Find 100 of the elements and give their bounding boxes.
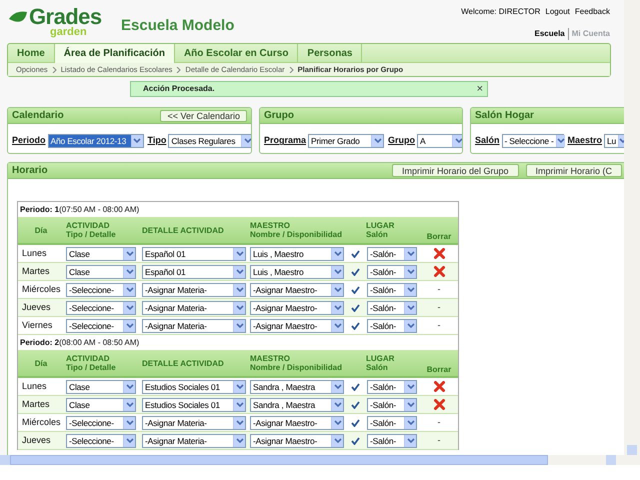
column-subheader: Nombre / Disponibilidad — [250, 230, 344, 239]
dropdown[interactable]: -Salón- — [367, 318, 417, 332]
dropdown-value: Clase — [68, 398, 91, 410]
caret-icon — [404, 398, 416, 410]
dropdown[interactable]: Estudios Sociales 01 — [142, 380, 246, 394]
dropdown[interactable]: Estudios Sociales 01 — [142, 398, 246, 412]
column-subheader: Tipo / Detalle — [66, 363, 117, 372]
breadcrumb-separator-icon — [52, 66, 57, 72]
field-label: Salón — [475, 134, 500, 148]
period-label: Periodo: 1(07:50 AM - 08:00 AM) — [19, 204, 140, 216]
caret-icon — [233, 266, 245, 278]
school-name: Escuela Modelo — [121, 16, 234, 36]
vertical-scrollbar[interactable] — [624, 0, 640, 465]
panel-title: Horario — [12, 164, 49, 178]
dropdown[interactable]: -Salón- — [367, 300, 417, 314]
column-subheader: Salón — [366, 363, 389, 372]
day-cell-text: Martes — [21, 398, 51, 411]
dropdown[interactable]: -Salón- — [367, 380, 417, 394]
column-subheader: Nombre / Disponibilidad — [250, 363, 344, 372]
dropdown[interactable]: -Asignar Materia- — [142, 282, 246, 296]
print-button[interactable]: Imprimir Horario del Grupo — [392, 164, 518, 177]
panel-title: Salón Hogar — [475, 109, 535, 123]
view-calendar-button[interactable]: << Ver Calendario — [160, 110, 247, 122]
caret-icon — [556, 135, 565, 147]
delete-icon[interactable] — [434, 248, 444, 259]
caret-icon — [331, 398, 343, 410]
empty-marker: - — [438, 282, 440, 296]
dropdown[interactable]: Español 01 — [142, 264, 246, 278]
dropdown[interactable]: Sandra , Maestra — [250, 398, 344, 412]
dropdown[interactable]: -Seleccione- — [66, 282, 136, 296]
field-label: Programa — [264, 134, 306, 148]
dropdown-value: -Seleccione- — [68, 320, 115, 332]
delete-icon[interactable] — [434, 381, 444, 392]
period-label: Periodo: 2(08:00 AM - 08:50 AM) — [19, 336, 140, 349]
dropdown[interactable]: Clase — [66, 264, 136, 278]
day-cell-text: Jueves — [21, 434, 52, 447]
caret-icon — [404, 266, 416, 278]
delete-icon[interactable] — [434, 399, 444, 410]
context-link[interactable]: Escuela — [534, 28, 565, 40]
dropdown[interactable]: Clase — [66, 246, 136, 260]
dropdown-value: -Asignar Maestro- — [252, 320, 318, 332]
dropdown[interactable]: -Asignar Materia- — [142, 318, 246, 332]
dropdown[interactable]: Clase — [66, 380, 136, 394]
dropdown-value: -Salón- — [369, 248, 398, 260]
dropdown[interactable]: -Asignar Materia- — [142, 300, 246, 314]
logo-text: Grades — [29, 6, 102, 28]
dropdown[interactable]: - Seleccione - — [502, 134, 564, 148]
caret-icon — [123, 398, 135, 410]
caret-icon — [233, 248, 245, 260]
dropdown-value: Estudios Sociales 01 — [144, 398, 221, 410]
dropdown[interactable]: A — [417, 134, 462, 148]
dropdown[interactable]: Clase — [66, 398, 136, 412]
dropdown[interactable]: -Seleccione- — [66, 300, 136, 314]
dropdown[interactable]: Español 01 — [142, 246, 246, 260]
print-button[interactable]: Imprimir Horario (C — [526, 164, 622, 177]
dropdown[interactable]: Luis , Maestro — [250, 264, 344, 278]
dropdown[interactable]: Lu — [604, 134, 624, 148]
nav-tab[interactable]: Área de Planificación — [54, 44, 175, 63]
header-link[interactable]: Feedback — [574, 6, 610, 18]
dropdown[interactable]: -Asignar Maestro- — [250, 282, 344, 296]
column-header: ACTIVIDAD — [66, 354, 111, 363]
dropdown[interactable]: -Salón- — [367, 246, 417, 260]
dropdown[interactable]: -Seleccione- — [66, 434, 136, 448]
dropdown[interactable]: -Asignar Maestro- — [250, 318, 344, 332]
day-cell-text: Martes — [21, 264, 51, 278]
caret-icon — [331, 284, 343, 296]
dropdown[interactable]: -Salón- — [367, 416, 417, 430]
dropdown-value: -Salón- — [369, 434, 398, 446]
dropdown[interactable]: -Salón- — [367, 398, 417, 412]
header-link[interactable]: Logout — [545, 6, 570, 18]
caret-icon — [123, 248, 135, 260]
dropdown[interactable]: -Salón- — [367, 282, 417, 296]
dropdown[interactable]: -Asignar Maestro- — [250, 416, 344, 430]
column-header: Borrar — [426, 232, 452, 241]
dropdown[interactable]: -Salón- — [367, 264, 417, 278]
dropdown[interactable]: Clases Regulares — [168, 134, 251, 148]
dropdown[interactable]: -Seleccione- — [66, 318, 136, 332]
dropdown[interactable]: Sandra , Maestra — [250, 380, 344, 394]
delete-icon[interactable] — [434, 266, 444, 277]
dropdown-value: -Salón- — [369, 398, 398, 410]
dropdown-value: -Seleccione- — [68, 284, 115, 296]
dropdown[interactable]: -Asignar Materia- — [142, 434, 246, 448]
field-label: Periodo — [12, 134, 46, 148]
dropdown[interactable]: -Seleccione- — [66, 416, 136, 430]
dropdown-value: Español 01 — [144, 266, 187, 278]
logo-subtext: garden — [50, 27, 87, 37]
dropdown[interactable]: Primer Grado — [308, 134, 384, 148]
empty-marker: - — [438, 318, 440, 332]
dropdown[interactable]: -Asignar Maestro- — [250, 300, 344, 314]
dropdown[interactable]: -Asignar Maestro- — [250, 434, 344, 448]
caret-icon — [404, 302, 416, 314]
caret-icon — [331, 302, 343, 314]
caret-icon — [123, 284, 135, 296]
dropdown-value: -Asignar Maestro- — [252, 434, 318, 446]
close-button[interactable]: × — [476, 84, 483, 94]
dropdown[interactable]: Año Escolar 2012-13 — [48, 134, 144, 148]
caret-icon — [233, 380, 245, 392]
dropdown[interactable]: -Salón- — [367, 434, 417, 448]
dropdown[interactable]: Luis , Maestro — [250, 246, 344, 260]
dropdown[interactable]: -Asignar Materia- — [142, 416, 246, 430]
